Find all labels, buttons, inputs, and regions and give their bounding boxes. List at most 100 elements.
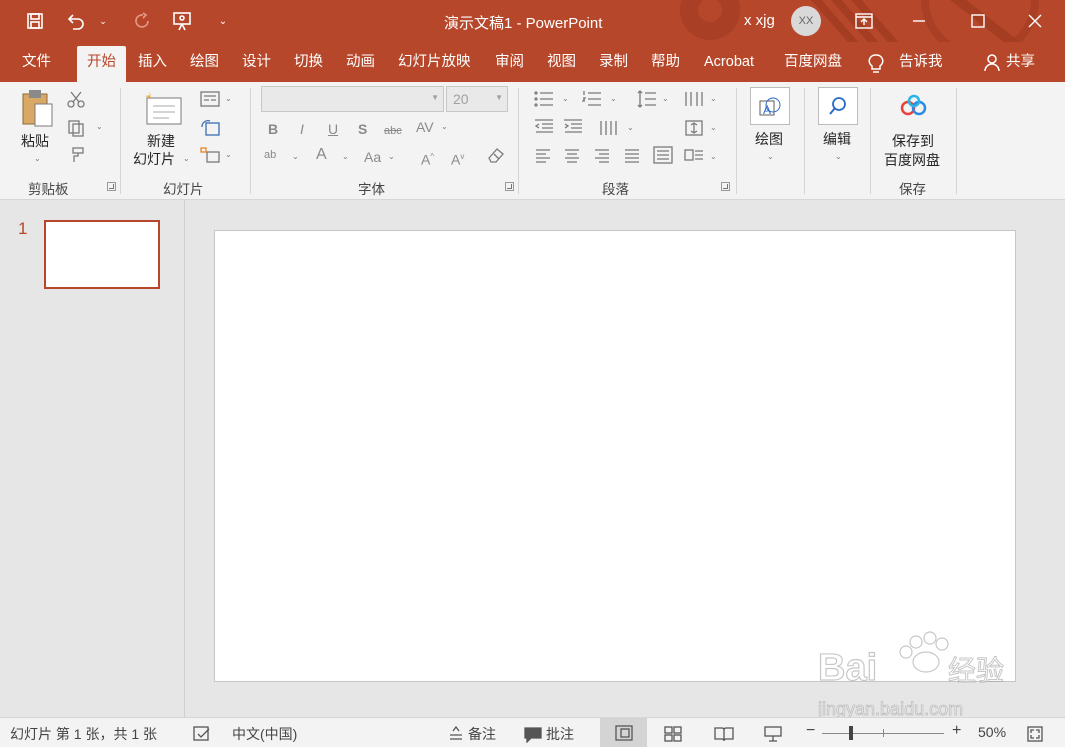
slideshow-icon[interactable] <box>170 8 196 34</box>
zoom-out-icon[interactable]: − <box>806 722 815 740</box>
reading-view-icon[interactable] <box>714 725 734 742</box>
strikethrough-icon[interactable]: abc <box>384 122 402 140</box>
increase-indent-icon[interactable] <box>563 119 583 141</box>
tell-me-search[interactable]: 告诉我 <box>899 46 943 82</box>
redo-icon[interactable] <box>130 8 156 34</box>
drawing-shapes-icon[interactable]: A <box>750 87 790 125</box>
tab-draw[interactable]: 绘图 <box>190 46 219 82</box>
tab-slideshow[interactable]: 幻灯片放映 <box>398 46 471 82</box>
save-to-baidu-label-2[interactable]: 百度网盘 <box>884 151 940 170</box>
new-slide-dropdown-icon[interactable]: ⌄ <box>183 154 190 163</box>
layout-icon[interactable] <box>200 90 220 112</box>
tab-baidu-netdisk[interactable]: 百度网盘 <box>784 46 842 82</box>
align-text-dropdown-icon[interactable]: ⌄ <box>710 123 717 132</box>
text-direction-icon[interactable] <box>598 119 618 141</box>
paragraph-launcher-icon[interactable] <box>721 182 730 191</box>
text-shadow-icon[interactable]: S <box>358 120 367 138</box>
line-spacing-icon[interactable] <box>637 90 657 112</box>
underline-icon[interactable]: U <box>328 120 338 138</box>
notes-button[interactable]: 备注 <box>468 724 496 744</box>
bullets-icon[interactable] <box>534 90 554 112</box>
close-icon[interactable] <box>1019 6 1051 36</box>
layout-dropdown-icon[interactable]: ⌄ <box>225 94 232 103</box>
minimize-icon[interactable] <box>903 6 935 36</box>
clipboard-launcher-icon[interactable] <box>107 182 116 191</box>
justify-icon[interactable] <box>623 148 641 168</box>
align-right-icon[interactable] <box>593 148 611 168</box>
numbering-dropdown-icon[interactable]: ⌄ <box>610 94 617 103</box>
text-direction-dropdown-icon[interactable]: ⌄ <box>627 123 634 132</box>
tab-animations[interactable]: 动画 <box>346 46 375 82</box>
align-center-icon[interactable] <box>563 148 581 168</box>
font-size-menu-dropdown-icon[interactable]: ⌄ <box>388 152 395 161</box>
customize-qat-icon[interactable]: ⌄ <box>210 8 236 34</box>
drawing-label[interactable]: 绘图 <box>755 130 783 149</box>
tab-insert[interactable]: 插入 <box>138 46 167 82</box>
change-case-dropdown-icon[interactable]: ⌄ <box>292 152 299 161</box>
comment-icon[interactable] <box>524 726 542 744</box>
numbering-icon[interactable] <box>581 90 602 112</box>
slide-canvas[interactable] <box>214 230 1016 682</box>
change-case-icon[interactable]: ab <box>264 146 276 164</box>
format-painter-icon[interactable] <box>67 146 85 168</box>
comments-button[interactable]: 批注 <box>546 724 574 744</box>
copy-icon[interactable] <box>67 119 85 141</box>
smartart-icon[interactable] <box>684 146 704 168</box>
character-spacing-icon[interactable]: AV <box>416 118 434 136</box>
tab-file[interactable]: 文件 <box>22 46 51 82</box>
columns-dropdown-icon[interactable]: ⌄ <box>710 94 717 103</box>
new-slide-label-2[interactable]: 幻灯片 <box>133 150 175 169</box>
increase-font-icon[interactable]: A^ <box>421 148 434 169</box>
italic-icon[interactable]: I <box>300 120 304 138</box>
font-size-combo[interactable]: 20 ▼ <box>446 86 508 112</box>
tab-view[interactable]: 视图 <box>547 46 576 82</box>
paste-icon[interactable] <box>20 88 56 131</box>
slide-thumbnail[interactable] <box>44 220 160 289</box>
decrease-indent-icon[interactable] <box>534 119 554 141</box>
clear-formatting-icon[interactable] <box>486 146 506 168</box>
section-dropdown-icon[interactable]: ⌄ <box>225 150 232 159</box>
normal-view-icon[interactable] <box>600 718 647 747</box>
bullets-dropdown-icon[interactable]: ⌄ <box>562 94 569 103</box>
notes-icon[interactable] <box>449 724 463 740</box>
slideshow-view-icon[interactable] <box>764 725 782 742</box>
bold-icon[interactable]: B <box>268 120 278 138</box>
new-slide-label-1[interactable]: 新建 <box>147 132 175 151</box>
line-spacing-dropdown-icon[interactable]: ⌄ <box>662 94 669 103</box>
search-icon[interactable] <box>818 87 858 125</box>
cut-icon[interactable] <box>67 90 85 112</box>
maximize-icon[interactable] <box>962 6 994 36</box>
person-icon[interactable] <box>984 54 1000 75</box>
align-text-icon[interactable] <box>684 119 704 141</box>
distributed-icon[interactable] <box>653 146 673 168</box>
zoom-in-icon[interactable]: + <box>952 722 961 740</box>
decrease-font-icon[interactable]: Av <box>451 148 464 169</box>
zoom-level[interactable]: 50% <box>978 724 1006 740</box>
zoom-slider-thumb[interactable] <box>849 726 853 740</box>
paste-dropdown-icon[interactable]: ⌄ <box>34 154 41 163</box>
tab-record[interactable]: 录制 <box>599 46 628 82</box>
align-left-icon[interactable] <box>534 148 552 168</box>
undo-icon[interactable] <box>62 8 88 34</box>
tab-transitions[interactable]: 切换 <box>294 46 323 82</box>
font-launcher-icon[interactable] <box>505 182 514 191</box>
undo-dropdown-icon[interactable]: ⌄ <box>90 8 116 34</box>
slide-sorter-icon[interactable] <box>664 725 682 742</box>
save-to-baidu-label-1[interactable]: 保存到 <box>892 132 934 151</box>
editing-label[interactable]: 编辑 <box>823 130 851 149</box>
font-color-icon[interactable]: A <box>316 146 327 164</box>
columns-icon[interactable] <box>684 90 706 112</box>
tab-design[interactable]: 设计 <box>242 46 271 82</box>
baidu-netdisk-icon[interactable] <box>899 94 929 121</box>
tab-home[interactable]: 开始 <box>77 46 126 82</box>
font-color-dropdown-icon[interactable]: ⌄ <box>342 152 349 161</box>
tab-acrobat[interactable]: Acrobat <box>704 46 754 82</box>
font-name-combo[interactable]: ▼ <box>261 86 444 112</box>
save-icon[interactable] <box>22 8 48 34</box>
language-status[interactable]: 中文(中国) <box>232 724 297 744</box>
lightbulb-icon[interactable] <box>868 54 884 77</box>
spell-check-icon[interactable] <box>193 725 211 742</box>
ribbon-display-options-icon[interactable] <box>848 6 880 36</box>
copy-dropdown-icon[interactable]: ⌄ <box>96 122 103 131</box>
smartart-dropdown-icon[interactable]: ⌄ <box>710 152 717 161</box>
